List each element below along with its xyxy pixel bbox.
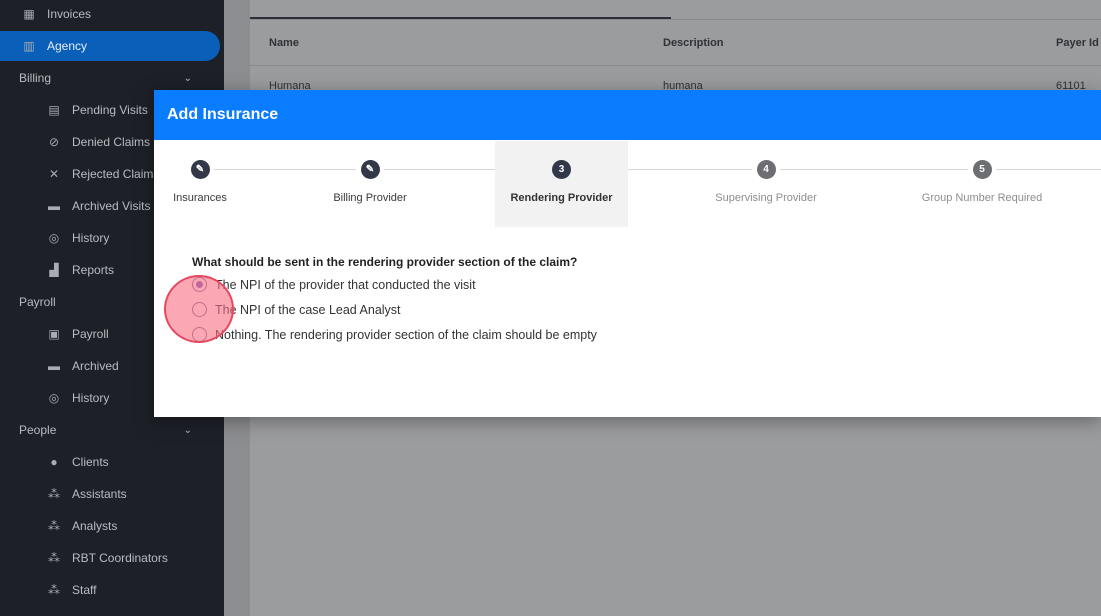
pending-icon: ▤ [48, 103, 60, 117]
step-label: Billing Provider [333, 192, 407, 204]
group-icon: ⁂ [48, 551, 60, 565]
add-insurance-dialog: Add Insurance ✎ Insurances ✎ Billing Provid… [154, 90, 1101, 417]
radio-button[interactable] [192, 277, 207, 292]
group-icon: ⁂ [48, 487, 60, 501]
sidebar-item-label: Billing [19, 71, 52, 85]
sidebar-item-invoices[interactable]: ▦ Invoices [0, 0, 220, 29]
sidebar-item-clients[interactable]: ● Clients [0, 447, 220, 477]
x-icon: ✕ [48, 167, 60, 181]
radio-label: Nothing. The rendering provider section … [215, 327, 597, 342]
column-header-payer-id[interactable]: Payer Id [1056, 37, 1099, 49]
step-number: 3 [552, 160, 571, 179]
step-billing-provider[interactable]: ✎ Billing Provider [290, 141, 450, 227]
step-insurances[interactable]: ✎ Insurances [120, 141, 280, 227]
building-icon: ▦ [23, 7, 35, 21]
sidebar-item-billing[interactable]: Billing ⌄ [0, 63, 220, 93]
chevron-down-icon[interactable]: ⌄ [184, 73, 192, 84]
divider [250, 65, 1101, 66]
sidebar-item-analysts[interactable]: ⁂ Analysts [0, 511, 220, 541]
radio-label: The NPI of the case Lead Analyst [215, 302, 401, 317]
sidebar-item-label: Assistants [72, 487, 127, 501]
sidebar-item-label: History [72, 231, 110, 245]
step-label: Group Number Required [921, 192, 1043, 204]
step-label: Insurances [173, 192, 227, 204]
sidebar-item-label: People [19, 423, 57, 437]
history-icon: ◎ [48, 231, 60, 245]
group-icon: ⁂ [48, 583, 60, 597]
sidebar-item-label: Pending Visits [72, 103, 148, 117]
sidebar-item-label: Analysts [72, 519, 118, 533]
step-group-number-required[interactable]: 5 Group Number Required [902, 141, 1062, 227]
dialog-title: Add Insurance [154, 90, 1101, 140]
radio-label: The NPI of the provider that conducted t… [215, 277, 476, 292]
chevron-down-icon[interactable]: ⌄ [184, 425, 192, 436]
sidebar-item-label: Payroll [19, 295, 56, 309]
pencil-icon: ✎ [190, 160, 210, 179]
pencil-icon: ✎ [360, 160, 380, 179]
radio-option[interactable]: Nothing. The rendering provider section … [192, 327, 597, 342]
step-number: 5 [972, 160, 992, 179]
step-number: 4 [756, 160, 776, 179]
sidebar-item-people[interactable]: People ⌄ [0, 415, 220, 445]
person-icon: ● [50, 455, 58, 469]
question-label: What should be sent in the rendering pro… [192, 255, 578, 269]
archive-icon: ▬ [48, 359, 60, 373]
sidebar-item-label: Clients [72, 455, 109, 469]
sidebar-item-label: Staff [72, 583, 97, 597]
history-icon: ◎ [48, 391, 60, 405]
agency-icon: ▥ [23, 39, 35, 53]
archive-icon: ▬ [48, 199, 60, 213]
radio-option[interactable]: The NPI of the case Lead Analyst [192, 302, 401, 317]
sidebar-item-label: Reports [72, 263, 115, 277]
sidebar-item-staff[interactable]: ⁂ Staff [0, 575, 220, 605]
radio-selected-dot [196, 281, 203, 288]
radio-button[interactable] [192, 302, 207, 317]
sidebar-item-rbt-coordinators[interactable]: ⁂ RBT Coordinators [0, 543, 220, 573]
sidebar-item-label: Agency [47, 39, 88, 53]
step-label: Supervising Provider [715, 192, 817, 204]
column-header-name[interactable]: Name [269, 37, 299, 49]
payroll-icon: ▣ [48, 327, 60, 341]
column-header-description[interactable]: Description [663, 37, 724, 49]
step-rendering-provider[interactable]: 3 Rendering Provider [495, 141, 628, 227]
sidebar-item-label: Archived [72, 359, 119, 373]
step-label: Rendering Provider [510, 192, 613, 204]
divider [250, 19, 1101, 20]
block-icon: ⊘ [48, 135, 60, 149]
step-supervising-provider[interactable]: 4 Supervising Provider [686, 141, 846, 227]
group-icon: ⁂ [48, 519, 60, 533]
sidebar-item-agency[interactable]: ▥ Agency [0, 31, 220, 61]
radio-option[interactable]: The NPI of the provider that conducted t… [192, 277, 476, 292]
sidebar-item-label: RBT Coordinators [72, 551, 168, 565]
sidebar-item-label: History [72, 391, 110, 405]
radio-button[interactable] [192, 327, 207, 342]
sidebar-item-assistants[interactable]: ⁂ Assistants [0, 479, 220, 509]
chart-icon: ▟ [49, 263, 59, 277]
sidebar-item-label: Payroll [72, 327, 109, 341]
sidebar-item-label: Invoices [47, 7, 92, 21]
